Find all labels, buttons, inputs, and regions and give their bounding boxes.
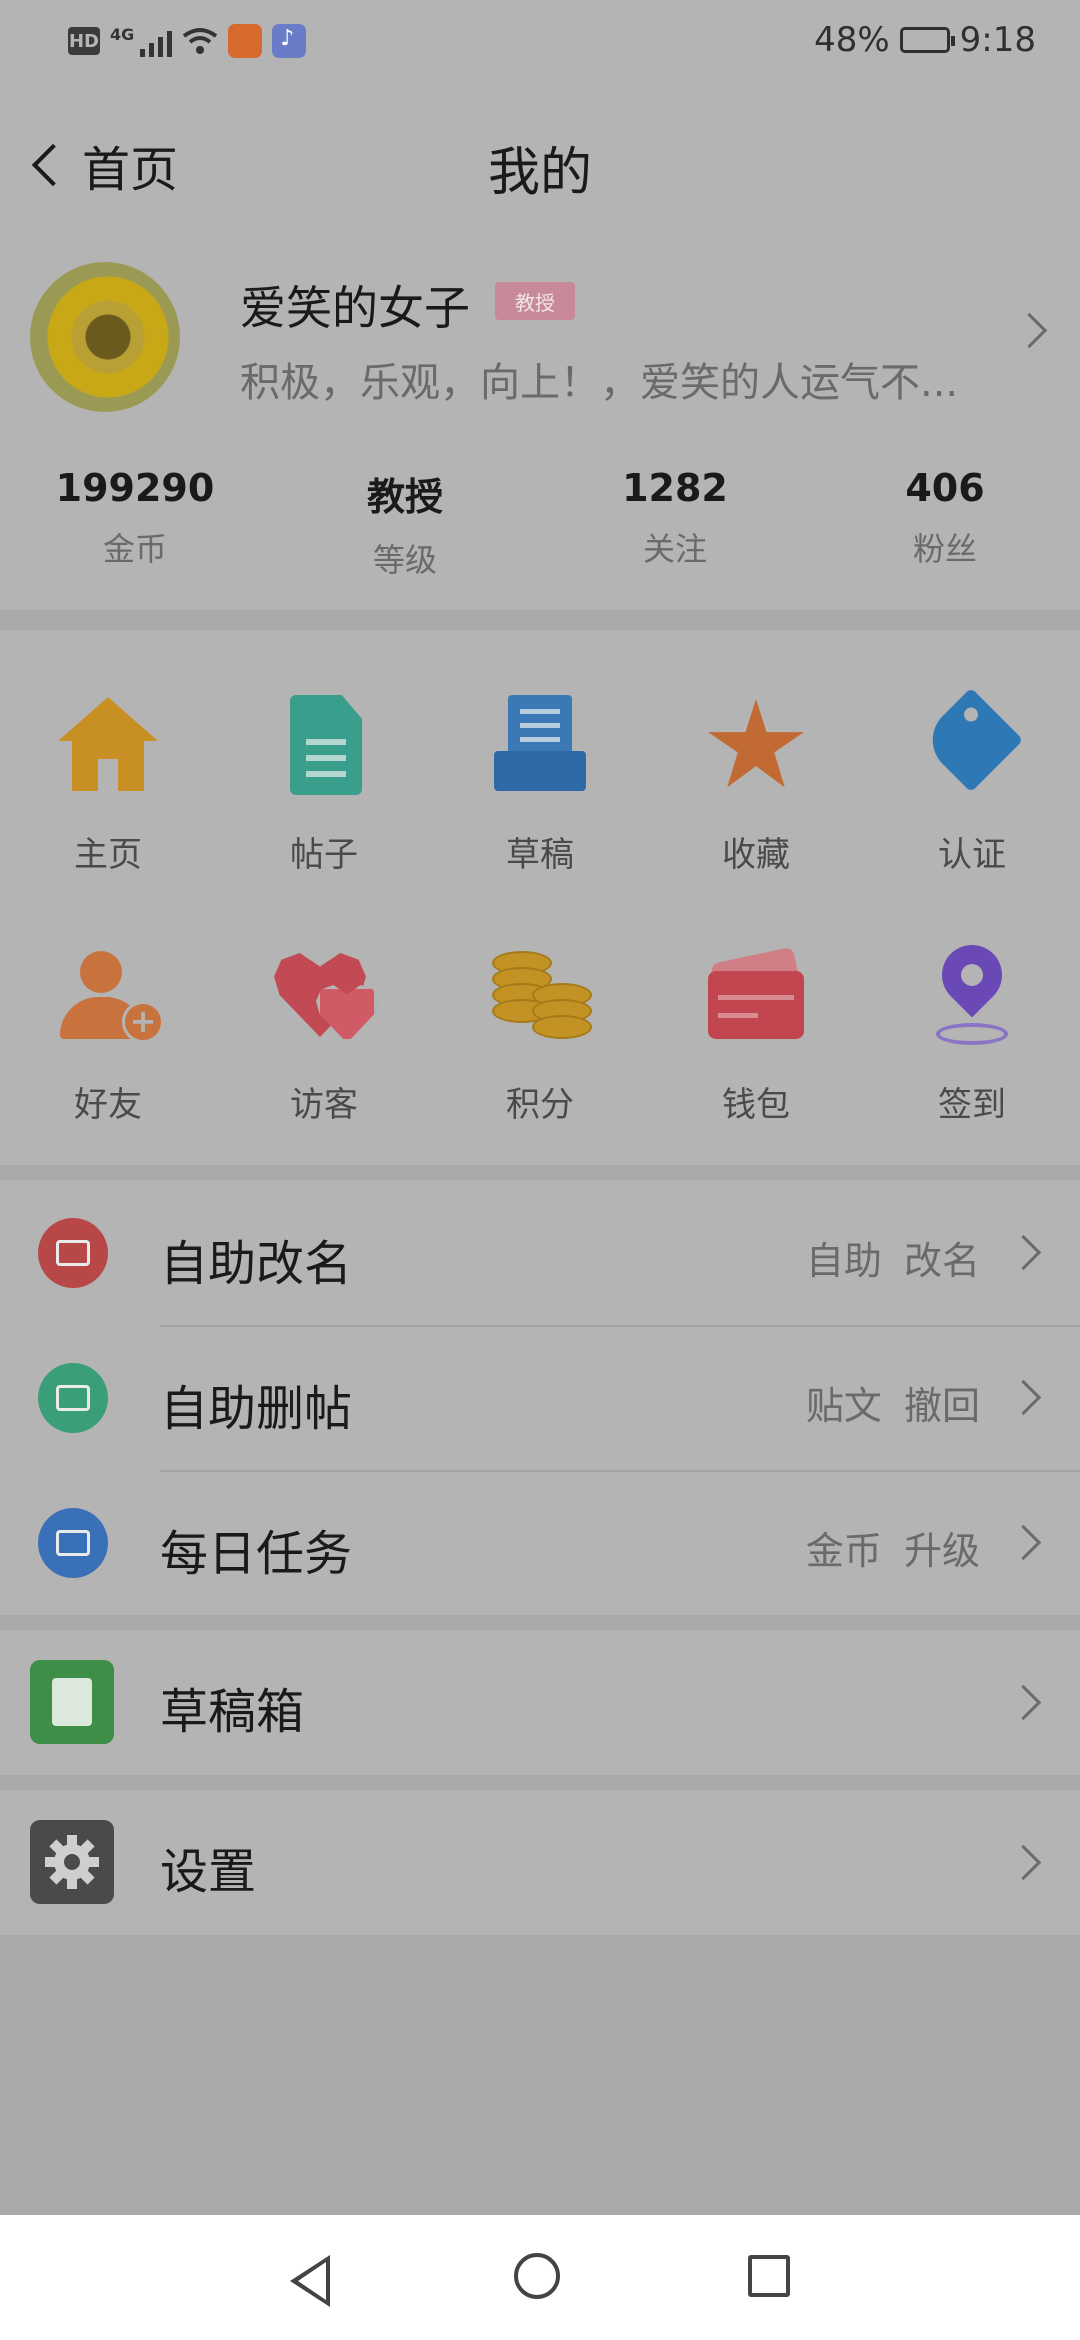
profile-card[interactable]: 爱笑的女子 教授 积极，乐观，向上！，爱笑的人运气不... 199290 金币 … bbox=[0, 250, 1080, 610]
stat-fans[interactable]: 406 粉丝 bbox=[810, 460, 1080, 590]
grid-item-points[interactable]: 积分 bbox=[432, 945, 648, 1126]
service-list: 自助改名 自助 改名 自助删帖 贴文 撤回 每日任务 金币 升级 bbox=[0, 1180, 1080, 1615]
grid-item-drafts[interactable]: 草稿 bbox=[432, 695, 648, 876]
stat-label: 金币 bbox=[102, 530, 167, 568]
title-bar: 首页 我的 bbox=[0, 90, 1080, 250]
chevron-right-icon bbox=[1005, 1379, 1042, 1416]
app-screen: HD 4G 48% 9:18 首页 我的 爱笑的女子 教授 积极，乐 bbox=[0, 0, 1080, 2215]
stat-value: 1282 bbox=[622, 466, 728, 510]
battery-percent: 48% bbox=[814, 20, 890, 60]
list-item-hint: 自助 改名 bbox=[805, 1239, 980, 1283]
stat-following[interactable]: 1282 关注 bbox=[540, 460, 810, 590]
grid-item-home[interactable]: 主页 bbox=[0, 695, 216, 876]
grid-item-label: 认证 bbox=[938, 835, 1006, 875]
stat-label: 粉丝 bbox=[912, 530, 977, 568]
grid-item-checkin[interactable]: 签到 bbox=[864, 932, 1080, 1126]
grid-item-verify[interactable]: 认证 bbox=[864, 687, 1080, 876]
list-item-title: 每日任务 bbox=[160, 1526, 353, 1582]
grid-item-label: 签到 bbox=[938, 1085, 1006, 1125]
grid-row: 主页 帖子 草稿 收藏 认证 bbox=[0, 687, 1080, 876]
nav-home-icon[interactable] bbox=[514, 2253, 560, 2299]
settings-row[interactable]: 设置 bbox=[0, 1790, 1080, 1935]
nav-recents-icon[interactable] bbox=[748, 2255, 790, 2297]
add-friend-icon: + bbox=[56, 945, 164, 1049]
chevron-right-icon bbox=[1005, 1684, 1042, 1721]
gear-icon bbox=[30, 1820, 114, 1904]
location-pin-icon bbox=[920, 932, 1024, 1049]
list-item-hint: 贴文 撤回 bbox=[805, 1384, 980, 1428]
battery-icon bbox=[899, 27, 955, 53]
document-icon bbox=[272, 695, 376, 799]
status-left: HD 4G bbox=[68, 24, 307, 58]
tag-icon bbox=[918, 687, 1024, 799]
star-icon bbox=[704, 695, 808, 799]
stat-value: 教授 bbox=[366, 475, 443, 519]
hd-icon: HD bbox=[68, 27, 100, 55]
system-nav-bar bbox=[0, 2215, 1080, 2340]
user-name: 爱笑的女子 bbox=[240, 281, 470, 335]
list-item-daily-tasks[interactable]: 每日任务 金币 升级 bbox=[0, 1470, 1080, 1615]
app-notification-icon bbox=[228, 24, 263, 58]
cell-signal-icon: 4G bbox=[110, 25, 173, 57]
grid-item-label: 访客 bbox=[290, 1085, 358, 1125]
grid-item-label: 主页 bbox=[74, 835, 142, 875]
stat-level[interactable]: 教授 等级 bbox=[270, 460, 540, 590]
grid-item-friends[interactable]: + 好友 bbox=[0, 945, 216, 1126]
stat-label: 关注 bbox=[642, 530, 707, 568]
page-title: 我的 bbox=[487, 143, 592, 203]
row-title: 草稿箱 bbox=[160, 1684, 305, 1740]
home-icon bbox=[56, 695, 160, 799]
book-icon bbox=[38, 1363, 108, 1433]
grid-item-label: 钱包 bbox=[722, 1085, 790, 1125]
grid-item-label: 好友 bbox=[74, 1085, 142, 1125]
hearts-icon bbox=[272, 945, 378, 1049]
grid-row: + 好友 访客 积分 钱包 签到 bbox=[0, 932, 1080, 1126]
row-title: 设置 bbox=[160, 1844, 257, 1900]
grid-item-label: 草稿 bbox=[506, 835, 574, 875]
user-signature: 积极，乐观，向上！，爱笑的人运气不... bbox=[240, 360, 959, 406]
network-type: 4G bbox=[110, 25, 135, 44]
stat-value: 199290 bbox=[55, 466, 215, 510]
list-item-delete-post[interactable]: 自助删帖 贴文 撤回 bbox=[0, 1325, 1080, 1470]
avatar[interactable] bbox=[30, 262, 180, 412]
card-icon bbox=[38, 1218, 108, 1288]
nav-back-icon[interactable] bbox=[290, 2255, 330, 2307]
grid-item-label: 积分 bbox=[506, 1085, 574, 1125]
music-notification-icon bbox=[272, 24, 307, 58]
list-item-hint: 金币 升级 bbox=[805, 1529, 980, 1573]
feature-grid: 主页 帖子 草稿 收藏 认证 + 好友 访客 积分 钱包 签到 bbox=[0, 630, 1080, 1165]
status-bar: HD 4G 48% 9:18 bbox=[0, 0, 1080, 90]
status-right: 48% 9:18 bbox=[814, 20, 1036, 60]
chevron-right-icon bbox=[1005, 1524, 1042, 1561]
list-item-title: 自助删帖 bbox=[160, 1381, 353, 1437]
clock: 9:18 bbox=[959, 20, 1036, 60]
grid-item-posts[interactable]: 帖子 bbox=[216, 695, 432, 876]
stat-label: 等级 bbox=[372, 541, 437, 579]
list-item-rename[interactable]: 自助改名 自助 改名 bbox=[0, 1180, 1080, 1325]
level-badge: 教授 bbox=[495, 282, 575, 320]
grid-item-label: 帖子 bbox=[290, 835, 358, 875]
draft-tray-icon bbox=[488, 695, 592, 799]
stats-row: 199290 金币 教授 等级 1282 关注 406 粉丝 bbox=[0, 460, 1080, 590]
wifi-icon bbox=[182, 26, 218, 56]
grid-item-visitors[interactable]: 访客 bbox=[216, 945, 432, 1126]
chevron-right-icon bbox=[1005, 1234, 1042, 1271]
coins-icon bbox=[488, 945, 592, 1049]
bar-chart-icon bbox=[38, 1508, 108, 1578]
chevron-right-icon bbox=[1011, 312, 1048, 349]
stat-value: 406 bbox=[905, 466, 985, 510]
list-item-title: 自助改名 bbox=[160, 1236, 353, 1292]
grid-item-wallet[interactable]: 钱包 bbox=[648, 945, 864, 1126]
wallet-icon bbox=[704, 945, 808, 1049]
grid-item-favorites[interactable]: 收藏 bbox=[648, 695, 864, 876]
drafts-box-row[interactable]: 草稿箱 bbox=[0, 1630, 1080, 1775]
chevron-right-icon bbox=[1005, 1844, 1042, 1881]
note-icon bbox=[30, 1660, 114, 1744]
grid-item-label: 收藏 bbox=[722, 835, 790, 875]
stat-coins[interactable]: 199290 金币 bbox=[0, 460, 270, 590]
